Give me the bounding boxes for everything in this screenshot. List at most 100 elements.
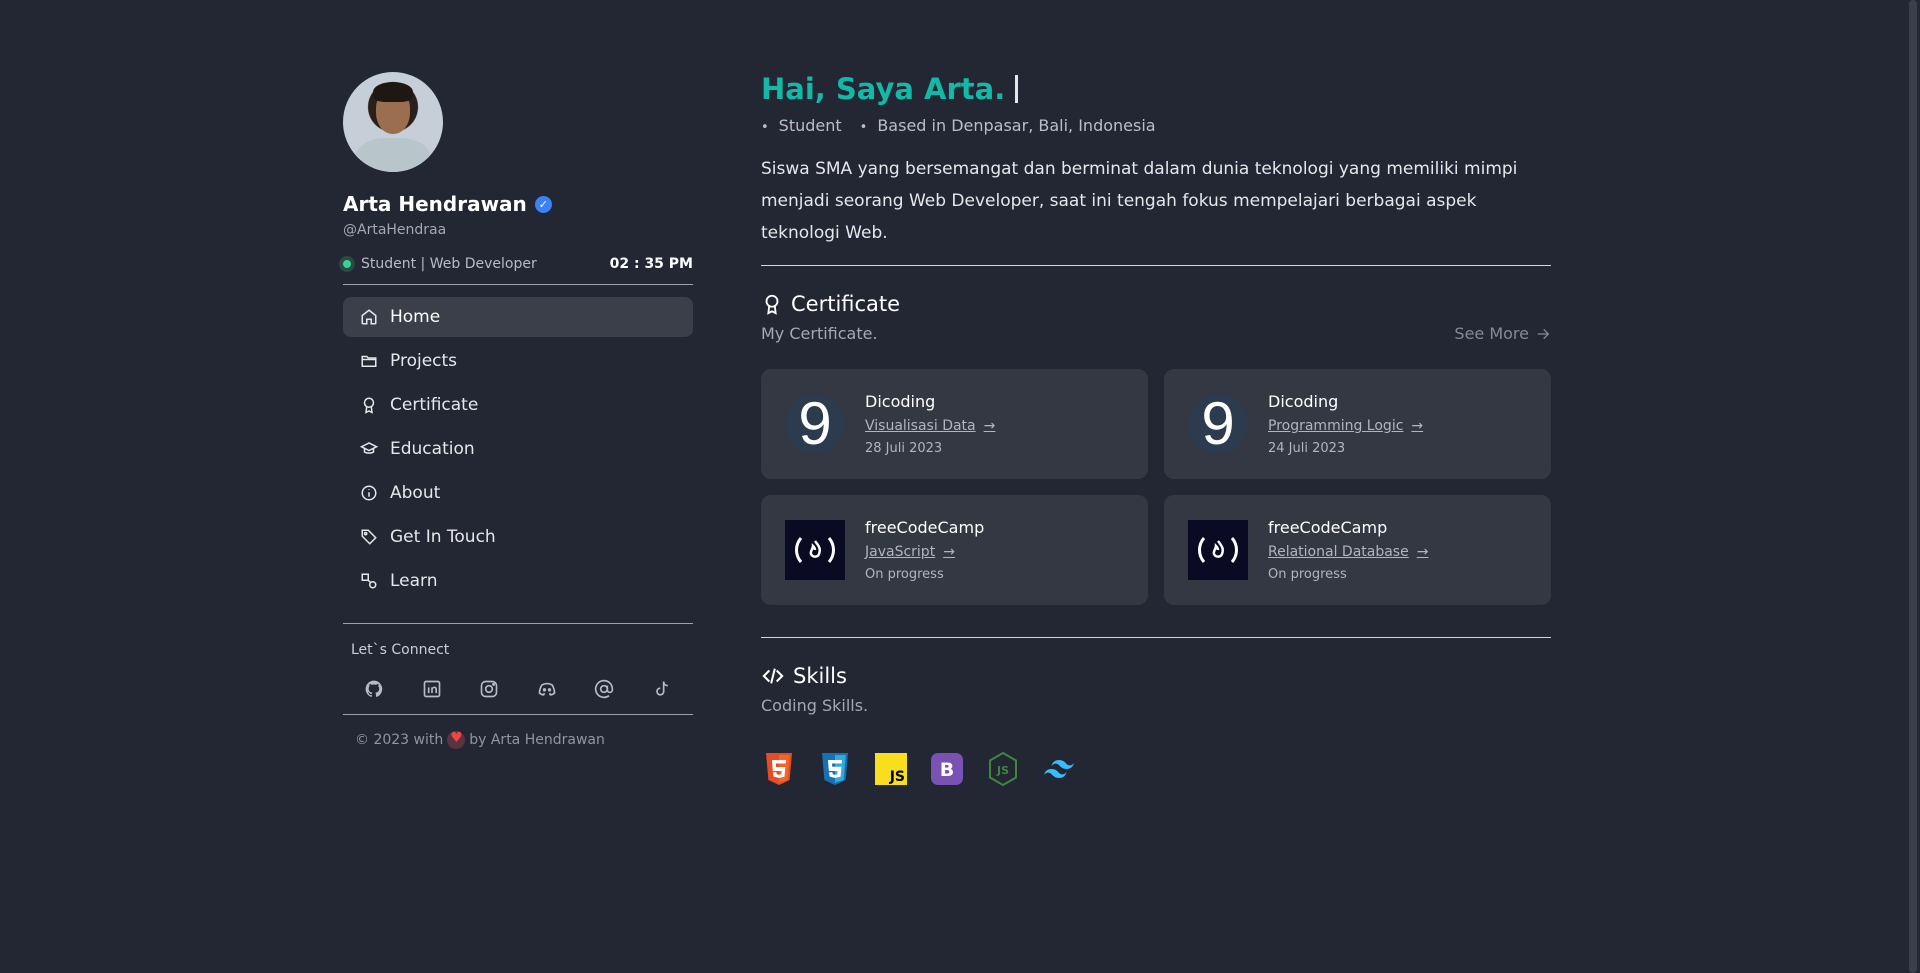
- discord-icon[interactable]: [536, 678, 558, 700]
- scrollbar-thumb[interactable]: [1909, 0, 1917, 973]
- certificate-sub: My Certificate. See More: [761, 324, 1551, 343]
- certificate-date: 24 Juli 2023: [1268, 441, 1346, 456]
- profile-name: Arta Hendrawan: [343, 192, 527, 216]
- sidebar: Arta Hendrawan ✓ @ArtaHendraa Student | …: [339, 72, 693, 765]
- certificate-header: Certificate: [761, 292, 1551, 316]
- svg-text:B: B: [940, 759, 954, 781]
- tiktok-icon[interactable]: [651, 678, 673, 700]
- status-row: Student | Web Developer 02 : 35 PM: [339, 256, 693, 285]
- nav-item-learn[interactable]: Learn: [343, 561, 693, 601]
- main-nav: Home Projects Certificate Education Abou…: [343, 297, 693, 624]
- javascript-icon: JS: [873, 751, 909, 787]
- certificate-grid: 9 Dicoding Visualisasi Data → 28 Juli 202…: [761, 369, 1551, 638]
- instagram-icon[interactable]: [478, 678, 500, 700]
- verified-badge-icon: ✓: [534, 195, 552, 213]
- heart-icon: [447, 730, 466, 749]
- arrow-right-icon: [1537, 328, 1550, 339]
- skills-list: JS B JS: [761, 751, 1551, 787]
- status-text: Student | Web Developer: [361, 256, 537, 272]
- tailwind-icon: [1041, 751, 1077, 787]
- nav-label: Certificate: [390, 395, 479, 415]
- arrow-right-icon: →: [1411, 418, 1424, 434]
- tag-icon: [360, 528, 378, 546]
- online-status-icon: [339, 256, 355, 272]
- nav-label: About: [390, 483, 441, 503]
- typing-cursor: [1015, 75, 1019, 103]
- shapes-icon: [360, 572, 378, 590]
- hero-title-row: Hai, Saya Arta.: [761, 72, 1551, 106]
- nav-label: Education: [390, 439, 475, 459]
- certificate-org: Dicoding: [865, 392, 936, 411]
- avatar: [343, 72, 443, 172]
- profile-handle: @ArtaHendraa: [343, 222, 447, 238]
- certificate-org: freeCodeCamp: [865, 518, 985, 537]
- certificate-title: Certificate: [791, 292, 901, 316]
- scrollbar-track[interactable]: [1906, 0, 1920, 973]
- hero-meta: Student Based in Denpasar, Bali, Indones…: [761, 116, 1551, 135]
- meta-location: Based in Denpasar, Bali, Indonesia: [860, 116, 1155, 135]
- bootstrap-icon: B: [929, 751, 965, 787]
- certificate-course-link[interactable]: Relational Database →: [1268, 544, 1428, 560]
- hero-intro: Siswa SMA yang bersemangat dan berminat …: [761, 153, 1551, 266]
- certificate-card[interactable]: 9 Dicoding Visualisasi Data → 28 Juli 202…: [761, 369, 1148, 479]
- css3-icon: [817, 751, 853, 787]
- see-more-link[interactable]: See More: [1454, 324, 1551, 343]
- profile-name-row: Arta Hendrawan ✓: [343, 192, 693, 216]
- dicoding-logo: 9: [785, 394, 845, 454]
- connect-section: Let`s Connect: [343, 624, 693, 715]
- nav-item-home[interactable]: Home: [343, 297, 693, 337]
- award-icon: [765, 294, 779, 315]
- at-icon[interactable]: [593, 678, 615, 700]
- nav-label: Home: [390, 307, 441, 327]
- svg-text:JS: JS: [996, 764, 1009, 777]
- nav-label: Learn: [390, 571, 438, 591]
- certificate-subtitle: My Certificate.: [761, 324, 878, 343]
- main-content: Hai, Saya Arta. Student Based in Denpasa…: [761, 72, 1551, 787]
- meta-role: Student: [761, 116, 842, 135]
- nav-item-about[interactable]: About: [343, 473, 693, 513]
- certificate-course-link[interactable]: Visualisasi Data →: [865, 418, 995, 434]
- github-icon[interactable]: [363, 678, 385, 700]
- footer: © 2023 with by Arta Hendrawan: [343, 715, 693, 765]
- arrow-right-icon: →: [983, 418, 996, 434]
- svg-text:JS: JS: [889, 769, 905, 785]
- arrow-right-icon: →: [1416, 544, 1429, 560]
- award-icon: [360, 396, 378, 414]
- certificate-date: 28 Juli 2023: [865, 441, 943, 456]
- certificate-course-link[interactable]: JavaScript →: [865, 544, 984, 560]
- clock: 02 : 35 PM: [609, 256, 693, 272]
- skills-title: Skills: [793, 664, 847, 688]
- freecodecamp-logo: [785, 520, 845, 580]
- certificate-card[interactable]: freeCodeCamp Relational Database → On pro…: [1164, 495, 1551, 605]
- certificate-date: On progress: [1268, 567, 1347, 582]
- dicoding-logo: 9: [1188, 394, 1248, 454]
- nav-item-education[interactable]: Education: [343, 429, 693, 469]
- footer-suffix: by Arta Hendrawan: [469, 732, 605, 748]
- social-links: [351, 678, 685, 700]
- certificate-course-link[interactable]: Programming Logic →: [1268, 418, 1423, 434]
- skills-sub: Coding Skills.: [761, 696, 1551, 715]
- hero-title: Hai, Saya Arta.: [761, 72, 1006, 106]
- linkedin-icon[interactable]: [421, 678, 443, 700]
- skills-header: Skills: [761, 664, 1551, 688]
- nav-label: Projects: [390, 351, 458, 371]
- certificate-date: On progress: [865, 567, 944, 582]
- freecodecamp-logo: [1188, 520, 1248, 580]
- certificate-org: freeCodeCamp: [1268, 518, 1388, 537]
- certificate-card[interactable]: 9 Dicoding Programming Logic → 24 Juli 20…: [1164, 369, 1551, 479]
- info-icon: [360, 484, 378, 502]
- connect-title: Let`s Connect: [351, 642, 450, 658]
- nav-item-get-in-touch[interactable]: Get In Touch: [343, 517, 693, 557]
- arrow-right-icon: →: [943, 544, 955, 560]
- nav-label: Get In Touch: [390, 527, 496, 547]
- skills-subtitle: Coding Skills.: [761, 696, 869, 715]
- code-icon: [762, 668, 784, 684]
- nav-item-projects[interactable]: Projects: [343, 341, 693, 381]
- certificate-card[interactable]: freeCodeCamp JavaScript → On progress: [761, 495, 1148, 605]
- nav-item-certificate[interactable]: Certificate: [343, 385, 693, 425]
- certificate-org: Dicoding: [1268, 392, 1339, 411]
- nodejs-icon: JS: [985, 751, 1021, 787]
- graduation-cap-icon: [360, 440, 378, 458]
- html5-icon: [761, 751, 797, 787]
- footer-prefix: © 2023 with: [355, 732, 444, 748]
